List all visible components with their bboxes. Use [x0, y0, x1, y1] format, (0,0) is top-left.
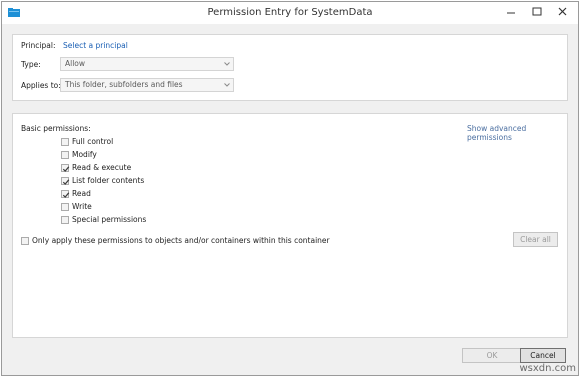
basic-permissions-heading: Basic permissions: — [21, 124, 91, 133]
permission-checkbox[interactable] — [61, 138, 69, 146]
select-principal-link[interactable]: Select a principal — [63, 41, 128, 50]
type-select-value: Allow — [65, 59, 86, 68]
checkmark-icon — [62, 192, 70, 198]
permission-checkbox[interactable] — [61, 164, 70, 172]
permission-label: List folder contents — [72, 176, 145, 185]
basic-permissions-panel: Basic permissions: Show advanced permiss… — [12, 113, 568, 338]
checkmark-icon — [62, 166, 70, 172]
window-title: Permission Entry for SystemData — [207, 7, 373, 18]
permission-label: Write — [72, 202, 92, 211]
permission-checkbox[interactable] — [61, 216, 69, 224]
clear-all-button[interactable]: Clear all — [513, 232, 558, 247]
principal-label: Principal: — [21, 41, 56, 50]
checkmark-icon — [62, 179, 70, 185]
show-advanced-permissions-link[interactable]: Show advanced permissions — [467, 124, 567, 142]
permission-checkbox[interactable] — [61, 203, 69, 211]
applies-to-label: Applies to: — [21, 81, 61, 90]
only-apply-checkbox[interactable] — [21, 237, 29, 245]
permission-label: Read & execute — [72, 163, 132, 172]
permission-label: Full control — [72, 137, 114, 146]
type-select[interactable]: Allow — [60, 57, 234, 71]
permission-checkbox[interactable] — [61, 190, 70, 198]
chevron-down-icon — [224, 62, 230, 66]
type-label: Type: — [21, 60, 41, 69]
permission-label: Read — [72, 189, 91, 198]
only-apply-label: Only apply these permissions to objects … — [32, 236, 330, 245]
close-icon[interactable] — [554, 5, 572, 19]
principal-panel: Principal: Select a principal Type: Allo… — [12, 34, 568, 101]
applies-to-select-value: This folder, subfolders and files — [65, 80, 183, 89]
ok-button[interactable]: OK — [462, 348, 522, 363]
chevron-down-icon — [224, 83, 230, 87]
permission-label: Special permissions — [72, 215, 147, 224]
watermark: wsxdn.com — [519, 363, 576, 374]
permission-checkbox[interactable] — [61, 151, 69, 159]
permission-label: Modify — [72, 150, 97, 159]
permission-checkbox[interactable] — [61, 177, 70, 185]
minimize-icon[interactable] — [502, 5, 520, 19]
title-bar: Permission Entry for SystemData — [2, 2, 578, 24]
cancel-button[interactable]: Cancel — [520, 348, 566, 363]
applies-to-select[interactable]: This folder, subfolders and files — [60, 78, 234, 92]
permission-entry-window: Permission Entry for SystemData Principa… — [1, 1, 579, 376]
maximize-icon[interactable] — [528, 5, 546, 19]
